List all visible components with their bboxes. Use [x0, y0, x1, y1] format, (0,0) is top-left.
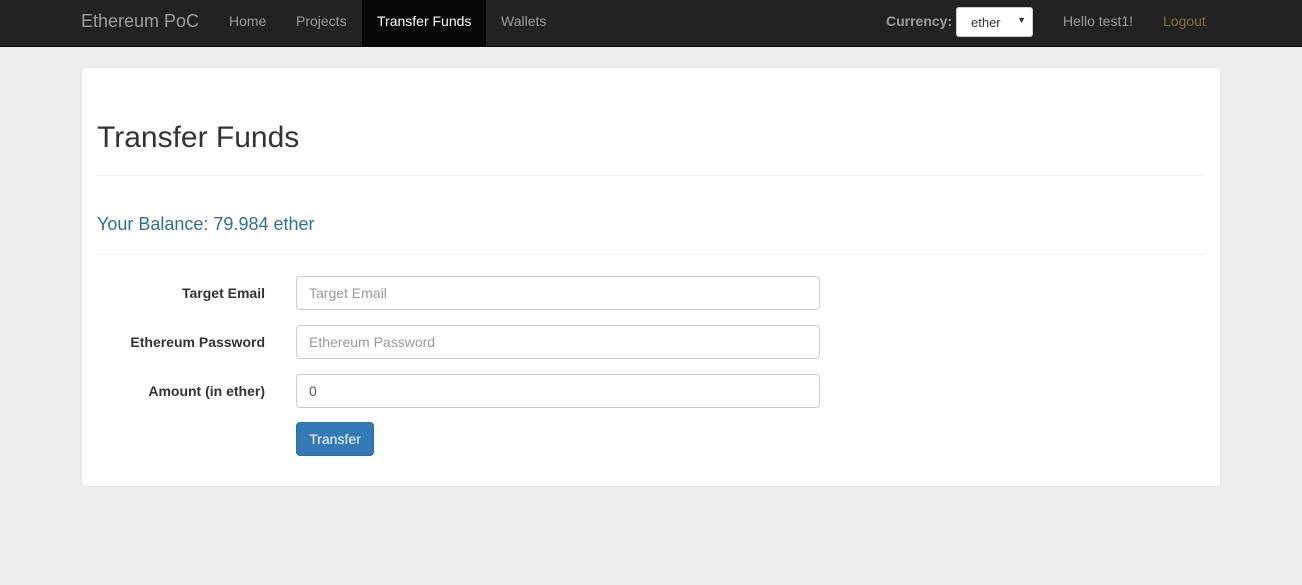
- top-navbar: Ethereum PoC Home Projects Transfer Fund…: [0, 0, 1302, 47]
- nav-wallets[interactable]: Wallets: [486, 0, 561, 46]
- currency-select[interactable]: ether ▼: [956, 7, 1033, 37]
- target-email-input[interactable]: [296, 276, 820, 310]
- page-title: Transfer Funds: [97, 121, 300, 154]
- balance-text: Your Balance: 79.984 ether: [97, 214, 315, 234]
- nav-projects[interactable]: Projects: [281, 0, 362, 46]
- nav-transfer-funds[interactable]: Transfer Funds: [362, 0, 487, 46]
- currency-label: Currency:: [886, 13, 953, 29]
- caret-down-icon: ▼: [1017, 15, 1026, 25]
- logout-link[interactable]: Logout: [1163, 0, 1206, 42]
- target-email-label: Target Email: [182, 285, 265, 301]
- ethereum-password-input[interactable]: [296, 325, 820, 359]
- transfer-panel: Transfer Funds Your Balance: 79.984 ethe…: [81, 67, 1221, 487]
- currency-selected-value: ether: [971, 15, 1001, 30]
- amount-input[interactable]: [296, 374, 820, 408]
- nav-home[interactable]: Home: [214, 0, 281, 46]
- transfer-button[interactable]: Transfer: [296, 422, 374, 456]
- user-greeting: Hello test1!: [1063, 13, 1134, 29]
- divider: [97, 175, 1205, 176]
- divider: [97, 254, 1205, 255]
- brand-link[interactable]: Ethereum PoC: [81, 0, 199, 46]
- amount-label: Amount (in ether): [148, 383, 265, 399]
- ethereum-password-label: Ethereum Password: [130, 334, 265, 350]
